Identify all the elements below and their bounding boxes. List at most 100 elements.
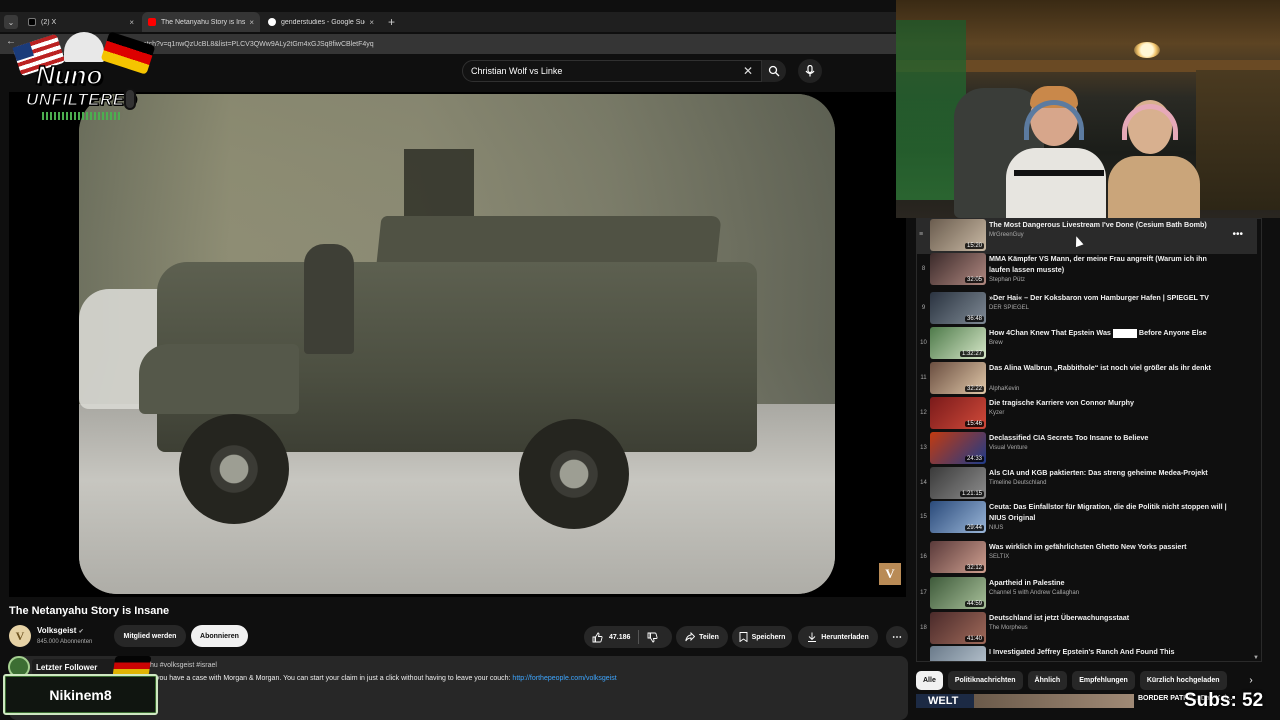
cam-wooden-wall bbox=[1196, 70, 1280, 210]
video-player[interactable]: V bbox=[9, 92, 906, 597]
playlist-item-channel[interactable]: SELTIX bbox=[989, 554, 1009, 560]
channel-name[interactable]: Volksgeist ✔ bbox=[37, 626, 84, 635]
microphone-icon bbox=[805, 65, 815, 77]
playlist-thumbnail[interactable]: 44:59 bbox=[930, 577, 986, 609]
tab-list-chevron-icon[interactable]: ⌄ bbox=[4, 15, 18, 29]
chip-next-arrow-icon[interactable]: › bbox=[1244, 672, 1258, 688]
playlist-item-title[interactable]: MMA Kämpfer VS Mann, der meine Frau angr… bbox=[989, 254, 1229, 275]
playlist-thumbnail[interactable]: 36:48 bbox=[930, 292, 986, 324]
playlist-thumbnail[interactable]: 41:40 bbox=[930, 612, 986, 644]
playlist-item-title[interactable]: Das Alina Walbrun „Rabbithole“ ist noch … bbox=[989, 363, 1229, 374]
playlist-item-channel[interactable]: Visual Venture bbox=[989, 445, 1028, 451]
playlist-item-channel[interactable]: MrGreenGuy bbox=[989, 232, 1024, 238]
video-frame bbox=[79, 94, 835, 594]
playlist-thumbnail[interactable]: 32:22 bbox=[930, 362, 986, 394]
save-button[interactable]: Speichern bbox=[732, 626, 792, 648]
playlist-item-channel[interactable]: The Morpheus bbox=[989, 625, 1028, 631]
guest-body bbox=[1108, 156, 1200, 218]
more-actions-button[interactable]: ⋯ bbox=[886, 626, 908, 648]
playlist-item[interactable]: 16 32:12 Was wirklich im gefährlichsten Gh… bbox=[917, 541, 1257, 576]
playlist-item[interactable]: 11 32:22 Das Alina Walbrun „Rabbithole“ is… bbox=[917, 362, 1257, 397]
filter-chip[interactable]: Ähnlich bbox=[1027, 670, 1068, 690]
description-hashtags[interactable]: hu #volksgeist #israel bbox=[150, 662, 217, 669]
playlist-item-title[interactable]: Als CIA und KGB paktierten: Das streng g… bbox=[989, 468, 1229, 479]
playlist-thumbnail[interactable]: 1:21:15 bbox=[930, 467, 986, 499]
item-menu-icon[interactable]: ••• bbox=[1232, 229, 1243, 240]
playlist-item-channel[interactable]: Brew bbox=[989, 340, 1003, 346]
playlist-thumbnail[interactable]: 24:33 bbox=[930, 432, 986, 464]
stream-logo: Nuno UNFILTERED bbox=[12, 30, 156, 126]
clear-search-icon[interactable]: ✕ bbox=[743, 64, 753, 78]
playlist-item-title[interactable]: Apartheid in Palestine bbox=[989, 578, 1229, 589]
description-link[interactable]: http://forthepeople.com/volksgeist bbox=[512, 675, 616, 682]
playlist-item-title[interactable]: Ceuta: Das Einfallstor für Migration, di… bbox=[989, 502, 1229, 523]
playlist-item-channel[interactable]: Kyzer bbox=[989, 410, 1004, 416]
playlist-item-title[interactable]: »Der Hai« – Der Koksbaron vom Hamburger … bbox=[989, 293, 1229, 304]
playlist-item[interactable]: 10 1:32:27 How 4Chan Knew That Epstein Was… bbox=[917, 327, 1257, 362]
browser-tab-google[interactable]: genderstudies - Google Suche × bbox=[262, 12, 380, 32]
playlist-item-title[interactable]: I Investigated Jeffrey Epstein's Ranch A… bbox=[989, 647, 1229, 658]
thumbs-down-icon[interactable] bbox=[647, 632, 658, 643]
playlist-item-title[interactable]: How 4Chan Knew That Epstein Was Before A… bbox=[989, 328, 1229, 339]
playlist-item-channel[interactable]: Timeline Deutschland bbox=[989, 480, 1046, 486]
playlist-item-channel[interactable]: DER SPIEGEL bbox=[989, 305, 1029, 311]
new-tab-button[interactable]: + bbox=[388, 15, 395, 29]
playlist-thumbnail[interactable]: 15:46 bbox=[930, 397, 986, 429]
playlist-thumbnail[interactable]: 1:32:27 bbox=[930, 327, 986, 359]
video-duration: 32:05 bbox=[964, 277, 984, 283]
playlist-item[interactable]: 15 29:44 Ceuta: Das Einfallstor für Migrat… bbox=[917, 501, 1257, 536]
tab-close-icon[interactable]: × bbox=[249, 18, 254, 27]
search-input[interactable]: Christian Wolf vs Linke ✕ bbox=[462, 60, 762, 82]
playlist-item[interactable]: I Investigated Jeffrey Epstein's Ranch A… bbox=[917, 646, 1257, 661]
share-button[interactable]: Teilen bbox=[676, 626, 728, 648]
like-button[interactable]: 47.186 bbox=[584, 626, 672, 648]
playlist-thumbnail[interactable]: 32:12 bbox=[930, 541, 986, 573]
playlist-thumbnail[interactable]: 15:20 bbox=[930, 219, 986, 251]
playlist-item[interactable]: 9 36:48 »Der Hai« – Der Koksbaron vom Hamb… bbox=[917, 292, 1257, 327]
playlist-item[interactable]: 13 24:33 Declassified CIA Secrets Too Insa… bbox=[917, 432, 1257, 467]
filter-chip[interactable]: Kürzlich hochgeladen bbox=[1139, 670, 1227, 690]
subscribe-button[interactable]: Abonnieren bbox=[191, 625, 248, 647]
filter-chip[interactable]: Empfehlungen bbox=[1072, 670, 1135, 690]
playlist-index: 14 bbox=[920, 480, 927, 486]
playlist-item[interactable]: 12 15:46 Die tragische Karriere von Connor… bbox=[917, 397, 1257, 432]
filter-chip[interactable]: Alle bbox=[916, 670, 943, 690]
join-button[interactable]: Mitglied werden bbox=[114, 625, 186, 647]
video-duration: 36:48 bbox=[964, 316, 984, 322]
playlist-index: 18 bbox=[920, 625, 927, 631]
playlist-item-title[interactable]: The Most Dangerous Livestream I've Done … bbox=[989, 220, 1229, 231]
video-duration: 1:32:27 bbox=[959, 351, 984, 357]
browser-tab-youtube[interactable]: The Netanyahu Story is Insane × bbox=[142, 12, 260, 32]
playlist-item[interactable]: ≡ 15:20 The Most Dangerous Livestream I've… bbox=[917, 219, 1257, 254]
playlist-item-channel[interactable]: Stephan Pütz bbox=[989, 277, 1025, 283]
playlist-thumbnail[interactable]: 29:44 bbox=[930, 501, 986, 533]
download-button[interactable]: Herunterladen bbox=[798, 626, 878, 648]
video-duration: 15:20 bbox=[964, 243, 984, 249]
playlist-item-channel[interactable]: NIUS bbox=[989, 525, 1003, 531]
playlist-item-channel[interactable]: AlphaKevin bbox=[989, 386, 1019, 392]
browser-tab-x[interactable]: (2) X × bbox=[22, 12, 140, 32]
bookmark-icon bbox=[739, 632, 748, 642]
channel-watermark[interactable]: V bbox=[879, 563, 901, 585]
recommended-thumbnail[interactable]: WELT bbox=[916, 694, 1134, 708]
playlist-panel[interactable]: ▼ ≡ 15:20 The Most Dangerous Livestream I'… bbox=[916, 218, 1262, 662]
share-icon bbox=[685, 632, 696, 642]
playlist-item[interactable]: 17 44:59 Apartheid in Palestine Channel 5 w… bbox=[917, 577, 1257, 612]
drag-handle-icon[interactable]: ≡ bbox=[919, 231, 923, 238]
filter-chip[interactable]: Politiknachrichten bbox=[947, 670, 1023, 690]
playlist-item[interactable]: 8 32:05 MMA Kämpfer VS Mann, der meine Fra… bbox=[917, 253, 1257, 288]
search-button[interactable] bbox=[762, 60, 786, 82]
playlist-item-channel[interactable]: Channel 5 with Andrew Callaghan bbox=[989, 590, 1079, 596]
playlist-item-title[interactable]: Declassified CIA Secrets Too Insane to B… bbox=[989, 433, 1229, 444]
playlist-item-title[interactable]: Deutschland ist jetzt Überwachungsstaat bbox=[989, 613, 1229, 624]
tab-close-icon[interactable]: × bbox=[129, 18, 134, 27]
playlist-thumbnail[interactable] bbox=[930, 646, 986, 661]
playlist-item[interactable]: 18 41:40 Deutschland ist jetzt Überwachung… bbox=[917, 612, 1257, 647]
tab-close-icon[interactable]: × bbox=[369, 18, 374, 27]
playlist-item-title[interactable]: Die tragische Karriere von Connor Murphy bbox=[989, 398, 1229, 409]
voice-search-button[interactable] bbox=[798, 59, 822, 83]
playlist-item-title[interactable]: Was wirklich im gefährlichsten Ghetto Ne… bbox=[989, 542, 1229, 553]
channel-avatar[interactable]: V bbox=[9, 625, 31, 647]
playlist-item[interactable]: 14 1:21:15 Als CIA und KGB paktierten: Das… bbox=[917, 467, 1257, 502]
playlist-thumbnail[interactable]: 32:05 bbox=[930, 253, 986, 285]
